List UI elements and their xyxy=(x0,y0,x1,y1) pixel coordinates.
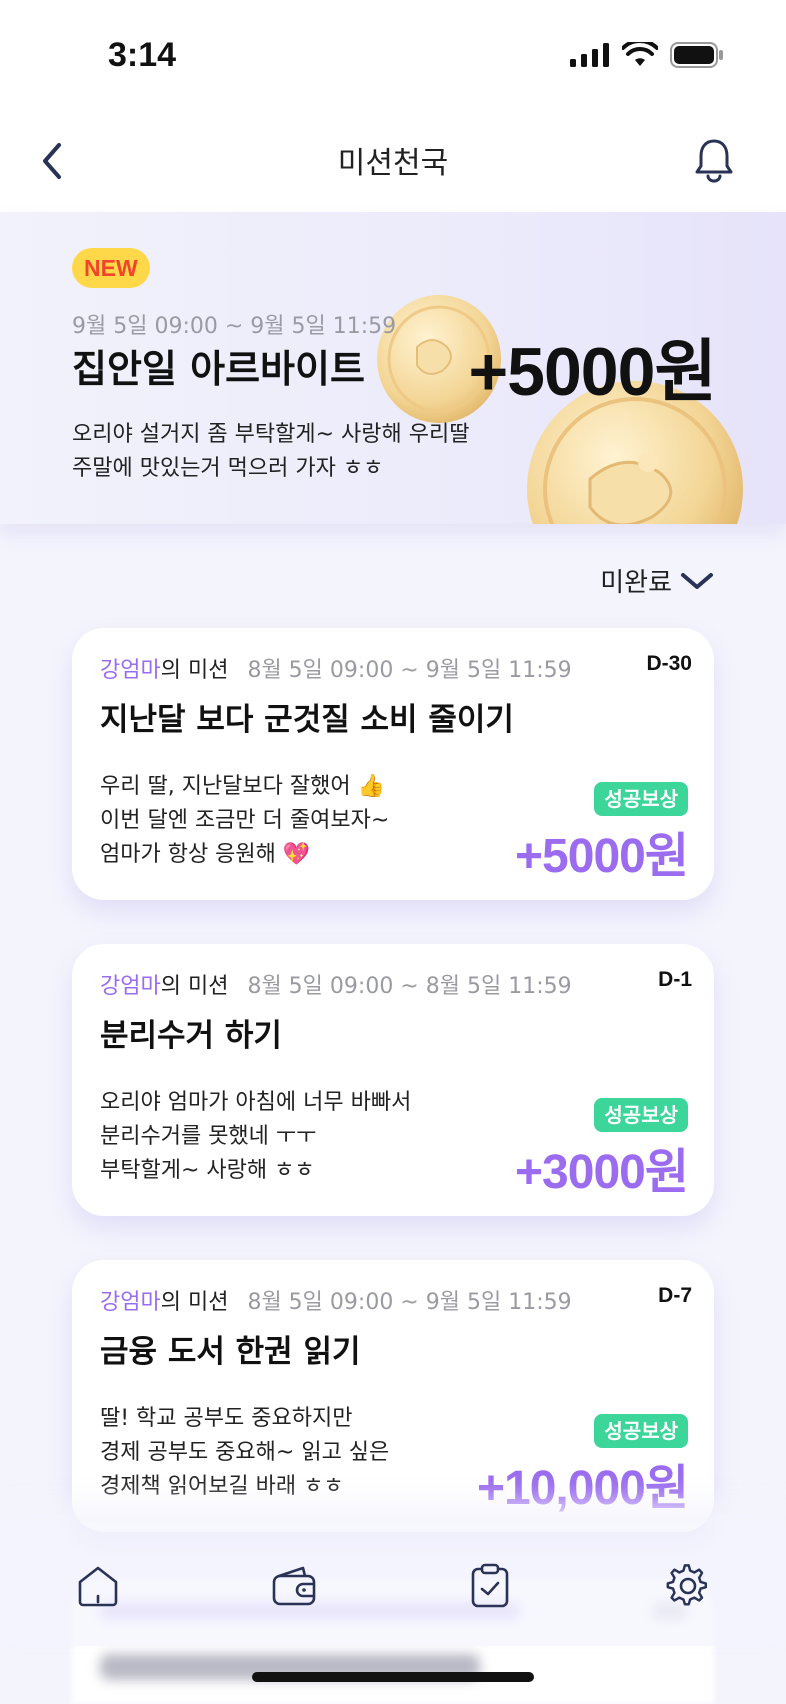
featured-mission-banner[interactable]: NEW 9월 5일 09:00 ~ 9월 5일 11:59 집안일 아르바이트 … xyxy=(0,212,786,524)
new-badge: NEW xyxy=(72,248,150,288)
wallet-icon xyxy=(272,1566,316,1606)
filter-label: 미완료 xyxy=(600,568,672,598)
wifi-icon xyxy=(622,42,658,66)
mission-card[interactable]: 강엄마의 미션 8월 5일 09:00 ~ 9월 5일 11:59 D-30 지… xyxy=(72,628,714,900)
mission-title: 분리수거 하기 xyxy=(100,1018,282,1054)
reward-badge: 성공보상 xyxy=(594,782,688,816)
mission-owner: 강엄마 xyxy=(100,1290,161,1315)
mission-title: 지난달 보다 군것질 소비 줄이기 xyxy=(100,702,514,738)
mission-title: 금융 도서 한권 읽기 xyxy=(100,1334,361,1370)
mission-description-line: 이번 달엔 조금만 더 줄여보자~ xyxy=(100,808,390,833)
mission-description-line: 부탁할게~ 사랑해 ㅎㅎ xyxy=(100,1158,315,1183)
tab-wallet[interactable] xyxy=(270,1562,318,1610)
page-title: 미션천국 xyxy=(337,146,449,181)
reward-amount: +5000원 xyxy=(515,830,689,883)
battery-icon xyxy=(670,42,723,68)
mission-owner-suffix: 의 미션 xyxy=(160,974,229,999)
tab-settings[interactable] xyxy=(664,1562,712,1610)
mission-owner: 강엄마 xyxy=(100,658,161,683)
mission-description: 오리야 엄마가 아침에 너무 바빠서 분리수거를 못했네 ㅜㅜ 부탁할게~ 사랑… xyxy=(100,1086,411,1188)
reward-amount: +3000원 xyxy=(515,1146,689,1199)
bell-icon xyxy=(695,139,733,183)
mission-description-line: 오리야 엄마가 아침에 너무 바빠서 xyxy=(100,1090,412,1115)
settings-gear-icon xyxy=(666,1564,708,1606)
clipboard-check-icon xyxy=(471,1563,509,1608)
banner-date: 9월 5일 09:00 ~ 9월 5일 11:59 xyxy=(72,314,397,339)
banner-description: 오리야 설거지 좀 부탁할게~ 사랑해 우리딸 주말에 맛있는거 먹으러 가자 … xyxy=(72,418,469,486)
tab-missions[interactable] xyxy=(466,1562,514,1610)
status-filter-dropdown[interactable]: 미완료 xyxy=(600,562,714,599)
mission-dday: D-7 xyxy=(658,1284,692,1307)
reward-amount: +10,000원 xyxy=(476,1462,689,1515)
mission-date: 8월 5일 09:00 ~ 9월 5일 11:59 xyxy=(247,1290,572,1315)
mission-owner-suffix: 의 미션 xyxy=(160,658,229,683)
mission-owner: 강엄마 xyxy=(100,974,161,999)
notification-button[interactable] xyxy=(688,132,740,188)
banner-description-line: 오리야 설거지 좀 부탁할게~ 사랑해 우리딸 xyxy=(72,422,470,447)
mission-meta: 강엄마의 미션 8월 5일 09:00 ~ 8월 5일 11:59 xyxy=(100,968,572,1000)
mission-dday: D-30 xyxy=(646,652,692,675)
mission-description: 딸! 학교 공부도 중요하지만 경제 공부도 중요해~ 읽고 싶은 경제책 읽어… xyxy=(100,1402,389,1504)
home-indicator xyxy=(252,1672,534,1682)
status-bar: 3:14 xyxy=(0,0,786,110)
mission-card[interactable]: 강엄마의 미션 8월 5일 09:00 ~ 9월 5일 11:59 D-7 금융… xyxy=(72,1260,714,1532)
mission-description-line: 우리 딸, 지난달보다 잘했어 👍 xyxy=(100,774,385,799)
banner-reward-amount: +5000원 xyxy=(468,334,717,410)
status-icons xyxy=(570,42,724,68)
mission-description: 우리 딸, 지난달보다 잘했어 👍 이번 달엔 조금만 더 줄여보자~ 엄마가 … xyxy=(100,770,389,872)
mission-date: 8월 5일 09:00 ~ 8월 5일 11:59 xyxy=(247,974,572,999)
mission-date: 8월 5일 09:00 ~ 9월 5일 11:59 xyxy=(247,658,572,683)
mission-meta: 강엄마의 미션 8월 5일 09:00 ~ 9월 5일 11:59 xyxy=(100,1284,572,1316)
bottom-tab-bar xyxy=(0,1522,786,1646)
navigation-bar: 미션천국 xyxy=(0,110,786,212)
reward-badge: 성공보상 xyxy=(594,1098,688,1132)
mission-description-line: 딸! 학교 공부도 중요하지만 xyxy=(100,1406,353,1431)
cellular-signal-icon xyxy=(570,43,609,67)
reward-badge: 성공보상 xyxy=(594,1414,688,1448)
mission-dday: D-1 xyxy=(658,968,692,991)
mission-description-line: 경제 공부도 중요해~ 읽고 싶은 xyxy=(100,1440,390,1465)
mission-description-line: 경제책 읽어보길 바래 ㅎㅎ xyxy=(100,1474,344,1499)
mission-card[interactable]: 강엄마의 미션 8월 5일 09:00 ~ 8월 5일 11:59 D-1 분리… xyxy=(72,944,714,1216)
chevron-down-icon xyxy=(681,572,713,589)
tab-home[interactable] xyxy=(74,1562,122,1610)
mission-description-line: 엄마가 항상 응원해 💖 xyxy=(100,842,311,867)
home-icon xyxy=(78,1566,118,1607)
status-time: 3:14 xyxy=(108,36,177,74)
mission-meta: 강엄마의 미션 8월 5일 09:00 ~ 9월 5일 11:59 xyxy=(100,652,572,684)
mission-description-line: 분리수거를 못했네 ㅜㅜ xyxy=(100,1124,317,1149)
banner-description-line: 주말에 맛있는거 먹으러 가자 ㅎㅎ xyxy=(72,456,384,481)
banner-title: 집안일 아르바이트 xyxy=(72,347,365,391)
mission-owner-suffix: 의 미션 xyxy=(160,1290,229,1315)
